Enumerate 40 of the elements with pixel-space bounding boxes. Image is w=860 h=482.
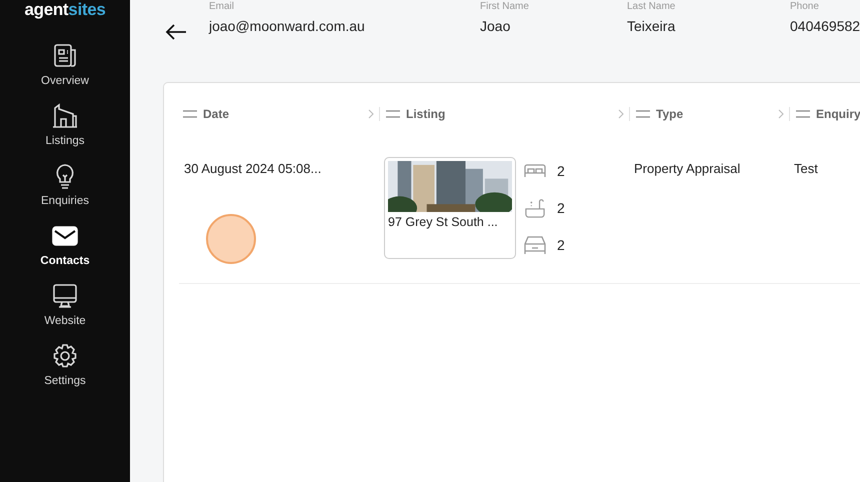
chevron-icon[interactable] [618, 109, 624, 119]
table-cell: 30 August 2024 05:08... [184, 161, 322, 176]
field-label: Email [209, 1, 236, 13]
chevron-icon[interactable] [778, 109, 784, 119]
bedroom-count: 2 [557, 163, 565, 179]
field-label: Phone [790, 1, 820, 13]
field-label: Last Name [627, 1, 676, 13]
nav-item[interactable]: Website [17, 282, 113, 327]
listing-address: 97 Grey St South ... [388, 215, 499, 229]
car-icon [523, 235, 547, 255]
brand-logo: agentsites [24, 0, 106, 20]
field-label: First Name [480, 1, 529, 13]
monitor-icon [51, 282, 79, 310]
listing-card[interactable]: 97 Grey St South ... [384, 157, 516, 259]
column-header[interactable]: Date [203, 107, 230, 121]
back-arrow-icon[interactable] [165, 23, 187, 41]
drag-handle-icon[interactable] [636, 110, 650, 118]
field-value: 040469582 [790, 18, 860, 34]
building-icon [51, 102, 79, 130]
bath-icon [523, 198, 547, 218]
drag-handle-icon[interactable] [796, 110, 810, 118]
drag-handle-icon[interactable] [183, 110, 197, 118]
nav-item[interactable]: Overview [17, 42, 113, 87]
table-cell: Property Appraisal [634, 161, 740, 176]
drag-handle-icon[interactable] [386, 110, 400, 118]
chevron-icon[interactable] [368, 109, 374, 119]
nav-item[interactable]: Listings [17, 102, 113, 147]
bathroom-count: 2 [557, 200, 565, 216]
settings-icon [51, 342, 79, 370]
document-icon [51, 42, 79, 70]
parking-count: 2 [557, 237, 565, 253]
column-header[interactable]: Listing [406, 107, 446, 121]
field-value: Teixeira [627, 18, 676, 34]
field-value: joao@moonward.com.au [209, 18, 365, 34]
field-value: Joao [480, 18, 512, 34]
nav-item[interactable]: Enquiries [17, 162, 113, 207]
table-cell: Test [794, 161, 818, 176]
nav-item[interactable]: Contacts [17, 222, 113, 267]
nav-item[interactable]: Settings [17, 342, 113, 387]
column-header[interactable]: Type [656, 107, 684, 121]
